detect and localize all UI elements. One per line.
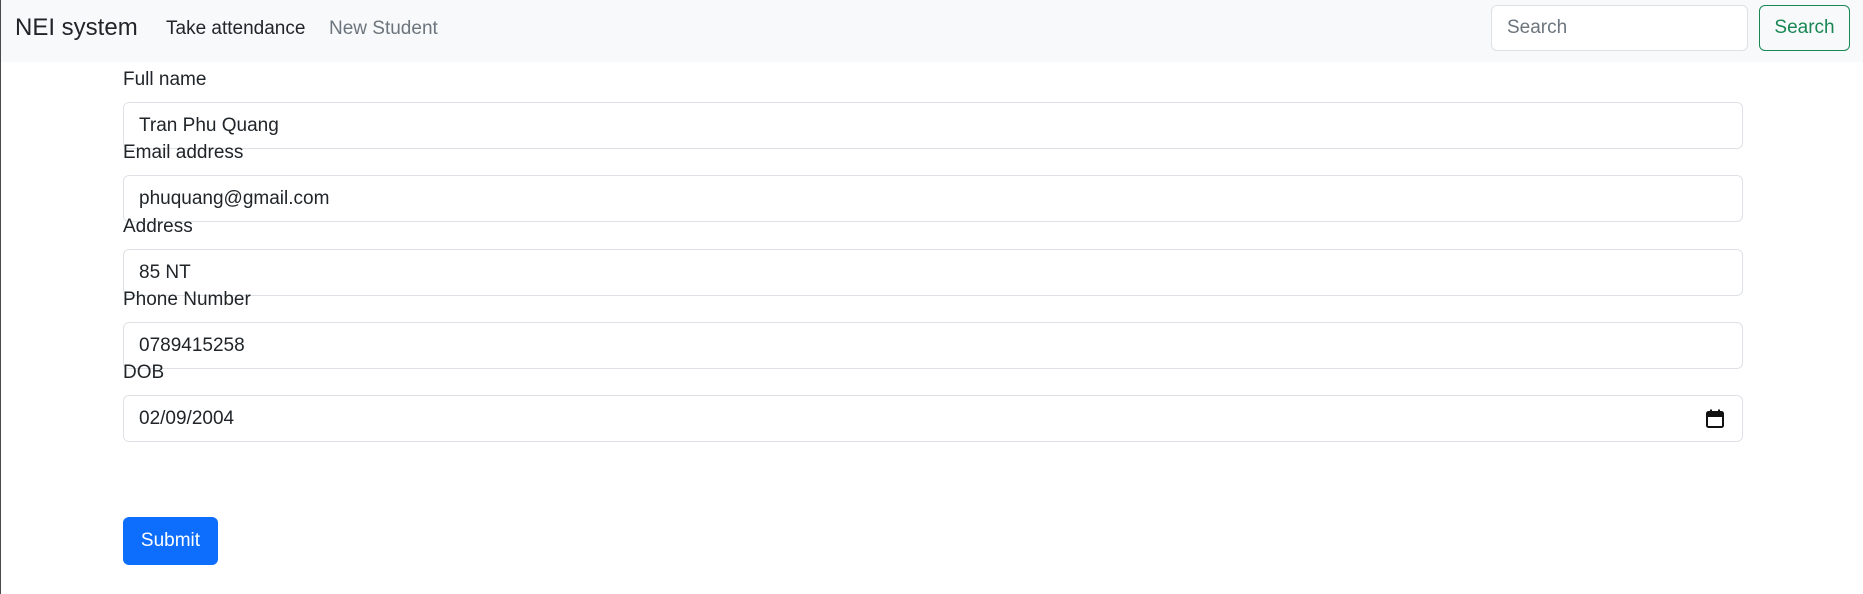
submit-button[interactable]: Submit xyxy=(123,517,218,565)
search-button[interactable]: Search xyxy=(1759,5,1850,51)
email-input[interactable] xyxy=(123,175,1743,222)
phone-number-label: Phone Number xyxy=(123,289,251,310)
navbar-brand[interactable]: NEI system xyxy=(15,13,138,43)
email-label: Email address xyxy=(123,142,244,163)
search-input[interactable] xyxy=(1491,5,1748,51)
navbar: NEI system Take attendance New Student S… xyxy=(1,0,1863,62)
nav-link-take-attendance[interactable]: Take attendance xyxy=(166,17,305,41)
nav-link-new-student[interactable]: New Student xyxy=(329,17,438,41)
phone-number-input[interactable] xyxy=(123,322,1743,369)
full-name-label: Full name xyxy=(123,69,207,90)
full-name-input[interactable] xyxy=(123,102,1743,149)
dob-input[interactable]: 02/09/2004 xyxy=(123,395,1743,442)
dob-label: DOB xyxy=(123,362,165,383)
address-input[interactable] xyxy=(123,249,1743,296)
calendar-icon[interactable] xyxy=(1706,409,1724,428)
page: NEI system Take attendance New Student S… xyxy=(0,0,1863,594)
dob-value: 02/09/2004 xyxy=(139,408,235,429)
address-label: Address xyxy=(123,216,193,237)
